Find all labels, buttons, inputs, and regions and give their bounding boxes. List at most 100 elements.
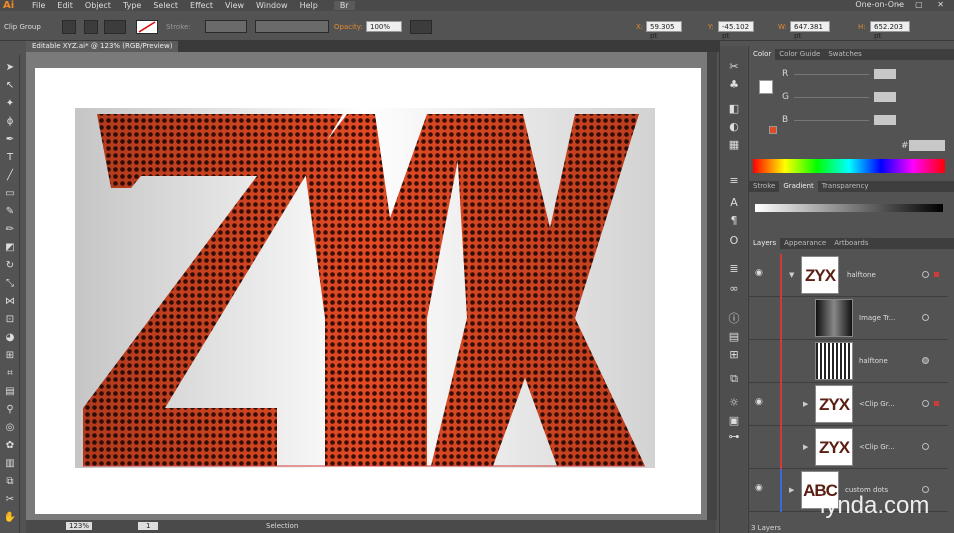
tab-color[interactable]: Color <box>749 49 776 60</box>
layers-icon[interactable]: ≣ <box>726 262 742 276</box>
paintbrush-tool-icon[interactable]: ✎ <box>3 205 17 219</box>
tab-transparency[interactable]: Transparency <box>818 181 873 192</box>
line-tool-icon[interactable]: ╱ <box>3 169 17 183</box>
visibility-eye-icon[interactable]: ◉ <box>755 483 763 493</box>
blend-tool-icon[interactable]: ◎ <box>3 421 17 435</box>
slice-tool-icon[interactable]: ✂ <box>3 493 17 507</box>
tab-gradient[interactable]: Gradient <box>779 181 818 192</box>
direct-selection-tool-icon[interactable]: ↖ <box>3 79 17 93</box>
h-field[interactable]: 652.203 pt <box>870 21 910 40</box>
opacity-field[interactable]: 100% <box>366 21 402 32</box>
tab-stroke[interactable]: Stroke <box>749 181 779 192</box>
tab-swatches[interactable]: Swatches <box>824 49 865 60</box>
menu-file[interactable]: File <box>26 1 51 10</box>
collapse-triangle-icon[interactable]: ▼ <box>789 271 794 279</box>
layer-row[interactable]: ◉ ▶ ZYX <Clip Gr... <box>749 383 948 426</box>
swatches-icon[interactable]: ▦ <box>726 138 742 152</box>
document-tab[interactable]: Editable XYZ.ai* @ 123% (RGB/Preview) <box>26 41 179 52</box>
symbols-icon[interactable]: ♣ <box>726 78 742 92</box>
r-slider[interactable] <box>794 74 869 75</box>
layer-row[interactable]: halftone <box>749 340 948 383</box>
expand-triangle-icon[interactable]: ▶ <box>803 443 808 451</box>
menu-select[interactable]: Select <box>147 1 184 10</box>
perspective-grid-tool-icon[interactable]: ⊞ <box>3 349 17 363</box>
zyx-artwork[interactable] <box>35 68 701 514</box>
layer-name[interactable]: Image Tr... <box>859 314 895 322</box>
paragraph-icon[interactable]: ¶ <box>726 214 742 228</box>
links-icon[interactable]: ∞ <box>726 282 742 296</box>
pen-tool-icon[interactable]: ✒ <box>3 133 17 147</box>
hex-field[interactable] <box>909 140 945 151</box>
navigator-icon[interactable]: ▣ <box>726 414 742 428</box>
mesh-tool-icon[interactable]: ⌗ <box>3 367 17 381</box>
expand-triangle-icon[interactable]: ▶ <box>803 400 808 408</box>
menu-window[interactable]: Window <box>250 1 294 10</box>
selection-tool-icon[interactable]: ➤ <box>3 61 17 75</box>
color-icon[interactable]: ◐ <box>726 120 742 134</box>
gradient-tool-icon[interactable]: ▤ <box>3 385 17 399</box>
layer-name[interactable]: halftone <box>847 271 876 279</box>
hand-tool-icon[interactable]: ✋ <box>3 511 17 525</box>
target-circle-icon[interactable] <box>922 314 929 321</box>
stroke-swatch[interactable] <box>136 20 158 34</box>
edit-contents-icon[interactable] <box>84 20 98 34</box>
align-icon[interactable]: ▤ <box>726 330 742 344</box>
type-tool-icon[interactable]: T <box>3 151 17 165</box>
stroke-weight[interactable] <box>205 20 247 33</box>
layer-name[interactable]: halftone <box>859 357 888 365</box>
menu-help[interactable]: Help <box>294 1 324 10</box>
gradient-slider[interactable] <box>755 204 943 212</box>
x-field[interactable]: 59.305 pt <box>646 21 682 40</box>
info-icon[interactable]: ⓘ <box>726 312 742 326</box>
menu-effect[interactable]: Effect <box>184 1 219 10</box>
menu-edit[interactable]: Edit <box>51 1 79 10</box>
rotate-tool-icon[interactable]: ↻ <box>3 259 17 273</box>
isolate-icon[interactable] <box>62 20 76 34</box>
layer-name[interactable]: <Clip Gr... <box>859 400 895 408</box>
fill-swatch[interactable] <box>104 20 126 34</box>
graphic-styles-icon[interactable]: ◧ <box>726 102 742 116</box>
layer-row[interactable]: ▶ ZYX <Clip Gr... <box>749 426 948 469</box>
links-panel-icon[interactable]: ⊶ <box>726 430 742 444</box>
y-field[interactable]: -45.102 pt <box>718 21 754 40</box>
target-circle-icon[interactable] <box>922 443 929 450</box>
symbol-sprayer-tool-icon[interactable]: ✿ <box>3 439 17 453</box>
transform-icon[interactable]: ⊞ <box>726 348 742 362</box>
tab-color-guide[interactable]: Color Guide <box>775 49 824 60</box>
layer-row[interactable]: Image Tr... <box>749 297 948 340</box>
visibility-eye-icon[interactable]: ◉ <box>755 397 763 407</box>
target-circle-icon[interactable] <box>922 357 929 364</box>
artboard-tool-icon[interactable]: ⧉ <box>3 475 17 489</box>
bridge-button[interactable]: Br <box>333 1 355 10</box>
tab-layers[interactable]: Layers <box>749 238 781 249</box>
menu-type[interactable]: Type <box>117 1 147 10</box>
artboard-number-field[interactable]: 1 <box>138 522 159 530</box>
g-value[interactable] <box>874 92 896 102</box>
w-field[interactable]: 647.381 pt <box>790 21 830 40</box>
menu-object[interactable]: Object <box>79 1 117 10</box>
expand-triangle-icon[interactable]: ▶ <box>789 486 794 494</box>
free-transform-tool-icon[interactable]: ⊡ <box>3 313 17 327</box>
menu-view[interactable]: View <box>219 1 250 10</box>
brushes-icon[interactable]: ✂ <box>726 60 742 74</box>
fill-stroke-indicator[interactable] <box>759 80 773 94</box>
g-slider[interactable] <box>794 97 869 98</box>
rectangle-tool-icon[interactable]: ▭ <box>3 187 17 201</box>
eyedropper-tool-icon[interactable]: ⚲ <box>3 403 17 417</box>
pathfinder-icon[interactable]: ⧉ <box>726 372 742 386</box>
visibility-eye-icon[interactable]: ◉ <box>755 268 763 278</box>
tab-artboards[interactable]: Artboards <box>830 238 872 249</box>
tab-appearance[interactable]: Appearance <box>780 238 830 249</box>
width-tool-icon[interactable]: ⋈ <box>3 295 17 309</box>
graphic-style-icon[interactable] <box>410 20 432 34</box>
layer-name[interactable]: <Clip Gr... <box>859 443 895 451</box>
character-icon[interactable]: A <box>726 196 742 210</box>
b-value[interactable] <box>874 115 896 125</box>
color-spectrum[interactable] <box>753 159 945 173</box>
eraser-tool-icon[interactable]: ◩ <box>3 241 17 255</box>
window-controls[interactable]: – ▢ ✕ <box>897 0 950 9</box>
b-slider[interactable] <box>794 120 869 121</box>
layer-row[interactable]: ◉ ▼ ZYX halftone <box>749 254 948 297</box>
variable-width-profile[interactable] <box>255 20 329 33</box>
column-graph-tool-icon[interactable]: ▥ <box>3 457 17 471</box>
